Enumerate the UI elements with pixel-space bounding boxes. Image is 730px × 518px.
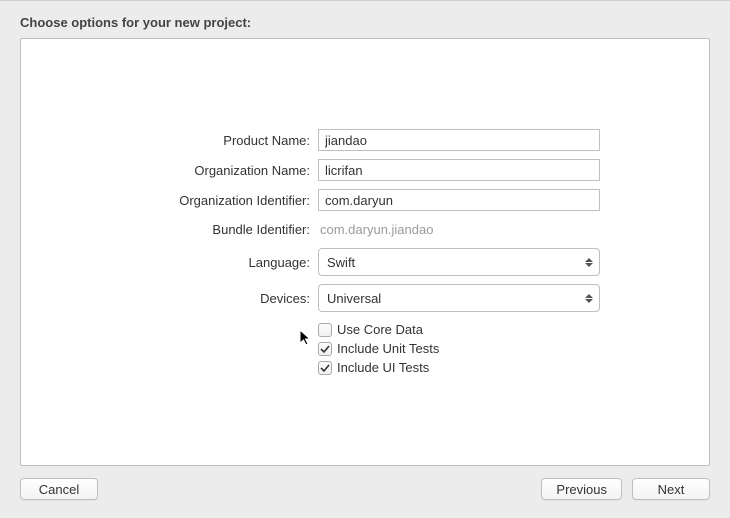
check-icon bbox=[320, 344, 330, 354]
include-unit-tests-label: Include Unit Tests bbox=[337, 341, 439, 356]
label-organization-name: Organization Name: bbox=[65, 163, 310, 178]
language-select[interactable]: Swift bbox=[318, 248, 600, 276]
language-select-value: Swift bbox=[327, 255, 355, 270]
cancel-button[interactable]: Cancel bbox=[20, 478, 98, 500]
row-devices: Devices: Universal bbox=[65, 284, 665, 312]
label-organization-identifier: Organization Identifier: bbox=[65, 193, 310, 208]
check-icon bbox=[320, 363, 330, 373]
form: Product Name: Organization Name: Organiz… bbox=[65, 129, 665, 375]
checkbox-include-unit-tests-row: Include Unit Tests bbox=[318, 341, 600, 356]
organization-name-input[interactable] bbox=[318, 159, 600, 181]
stepper-icon bbox=[585, 255, 595, 269]
bundle-identifier-value: com.daryun.jiandao bbox=[318, 219, 435, 240]
options-panel: Product Name: Organization Name: Organiz… bbox=[20, 38, 710, 466]
label-bundle-identifier: Bundle Identifier: bbox=[65, 222, 310, 237]
row-organization-identifier: Organization Identifier: bbox=[65, 189, 665, 211]
row-language: Language: Swift bbox=[65, 248, 665, 276]
stepper-icon bbox=[585, 291, 595, 305]
label-devices: Devices: bbox=[65, 291, 310, 306]
next-button[interactable]: Next bbox=[632, 478, 710, 500]
row-checkboxes: Use Core Data Include Unit Tests bbox=[65, 320, 665, 375]
devices-select[interactable]: Universal bbox=[318, 284, 600, 312]
previous-button[interactable]: Previous bbox=[541, 478, 622, 500]
organization-identifier-input[interactable] bbox=[318, 189, 600, 211]
row-bundle-identifier: Bundle Identifier: com.daryun.jiandao bbox=[65, 219, 665, 240]
label-language: Language: bbox=[65, 255, 310, 270]
row-product-name: Product Name: bbox=[65, 129, 665, 151]
devices-select-value: Universal bbox=[327, 291, 381, 306]
new-project-options-sheet: Choose options for your new project: Pro… bbox=[0, 0, 730, 518]
checkbox-group: Use Core Data Include Unit Tests bbox=[318, 322, 600, 375]
use-core-data-label: Use Core Data bbox=[337, 322, 423, 337]
checkbox-use-core-data-row: Use Core Data bbox=[318, 322, 600, 337]
footer: Cancel Previous Next bbox=[0, 478, 730, 518]
product-name-input[interactable] bbox=[318, 129, 600, 151]
include-ui-tests-checkbox[interactable] bbox=[318, 361, 332, 375]
row-organization-name: Organization Name: bbox=[65, 159, 665, 181]
include-ui-tests-label: Include UI Tests bbox=[337, 360, 429, 375]
use-core-data-checkbox[interactable] bbox=[318, 323, 332, 337]
heading: Choose options for your new project: bbox=[0, 1, 730, 38]
checkbox-include-ui-tests-row: Include UI Tests bbox=[318, 360, 600, 375]
label-product-name: Product Name: bbox=[65, 133, 310, 148]
include-unit-tests-checkbox[interactable] bbox=[318, 342, 332, 356]
